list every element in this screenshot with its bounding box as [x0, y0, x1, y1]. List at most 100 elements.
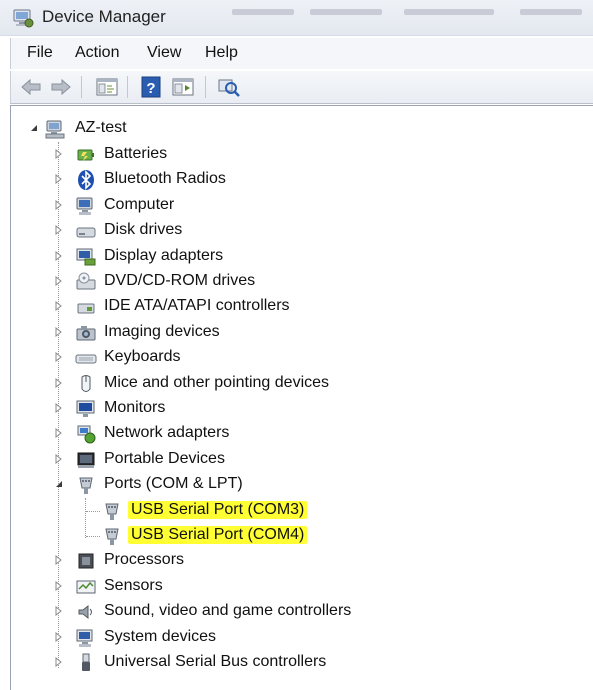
tree-category-node[interactable]: Display adapters [11, 245, 571, 269]
properties-icon[interactable] [171, 76, 195, 98]
tree-category-label: Imaging devices [104, 322, 220, 340]
title-bar-decoration [310, 9, 382, 15]
computer-icon [45, 120, 65, 139]
toolbar: ? [10, 71, 593, 104]
dvd-drive-icon [76, 272, 96, 290]
port-icon [105, 528, 119, 545]
tree-root-node[interactable]: AZ-test [11, 117, 311, 141]
title-bar[interactable]: Device Manager [0, 0, 593, 36]
expand-arrow-icon[interactable] [54, 174, 64, 185]
collapse-arrow-icon[interactable] [54, 479, 64, 489]
tree-category-node[interactable]: DVD/CD-ROM drives [11, 270, 571, 294]
tree-category-node[interactable]: Bluetooth Radios [11, 168, 571, 192]
expand-arrow-icon[interactable] [54, 453, 64, 464]
expand-arrow-icon[interactable] [54, 555, 64, 566]
tree-category-node[interactable]: Universal Serial Bus controllers [11, 651, 571, 675]
title-bar-decoration [232, 9, 294, 15]
tree-category-label: Portable Devices [104, 449, 225, 467]
tree-category-node[interactable]: Batteries [11, 143, 571, 167]
tree-category-node[interactable]: Computer [11, 194, 571, 218]
expand-arrow-icon[interactable] [54, 580, 64, 591]
tree-category-label: Ports (COM & LPT) [104, 475, 243, 493]
tree-category-label: Display adapters [104, 246, 224, 264]
expand-arrow-icon[interactable] [54, 276, 64, 286]
tree-device-label: USB Serial Port (COM3) [128, 500, 308, 519]
tree-category-node[interactable]: Portable Devices [11, 448, 571, 472]
tree-category-node[interactable]: Disk drives [11, 219, 571, 243]
tree-category-node[interactable]: System devices [11, 626, 571, 650]
toolbar-separator [205, 76, 206, 98]
tree-category-label: Disk drives [104, 221, 183, 239]
tree-category-label: Universal Serial Bus controllers [104, 653, 327, 670]
show-hide-console-tree-icon[interactable] [95, 76, 119, 98]
battery-icon [77, 149, 94, 161]
sensor-icon [76, 580, 96, 594]
tree-device-label: USB Serial Port (COM4) [128, 526, 308, 544]
scan-hardware-icon[interactable] [217, 76, 241, 98]
expand-arrow-icon[interactable] [54, 225, 64, 236]
tree-category-node[interactable]: Mice and other pointing devices [11, 372, 571, 396]
tree-category-label: Batteries [104, 145, 168, 162]
speaker-icon [78, 605, 92, 620]
tree-category-node[interactable]: Sensors [11, 575, 571, 599]
tree-category-label: System devices [104, 627, 217, 645]
tree-category-label: Computer [104, 195, 175, 213]
menu-file[interactable]: File [27, 44, 53, 62]
port-icon [79, 477, 93, 495]
menu-bar: File Action View Help [10, 38, 593, 69]
expand-arrow-icon[interactable] [54, 428, 64, 439]
collapse-arrow-icon[interactable] [29, 123, 39, 133]
tree-category-label: Network adapters [104, 424, 230, 442]
tree-category-label: Sound, video and game controllers [104, 602, 352, 620]
expand-arrow-icon[interactable] [54, 606, 64, 617]
mouse-icon [81, 374, 91, 392]
bluetooth-icon [78, 170, 94, 191]
expand-arrow-icon[interactable] [54, 403, 64, 413]
toolbar-separator [127, 76, 128, 98]
tree-device-node[interactable]: USB Serial Port (COM4) [11, 524, 571, 548]
portable-device-icon [77, 452, 95, 468]
tree-category-label: Bluetooth Radios [104, 170, 226, 188]
device-tree[interactable]: AZ-test Batteries Bluetooth Radios Compute… [10, 105, 593, 690]
back-arrow-icon[interactable] [19, 76, 43, 98]
title-bar-decoration [404, 9, 494, 15]
expand-arrow-icon[interactable] [54, 149, 64, 159]
tree-category-node[interactable]: Sound, video and game controllers [11, 600, 571, 624]
expand-arrow-icon[interactable] [54, 250, 64, 261]
tree-category-node[interactable]: Imaging devices [11, 321, 571, 345]
tree-root-label: AZ-test [75, 119, 127, 136]
expand-arrow-icon[interactable] [54, 377, 64, 388]
tree-category-node[interactable]: Processors [11, 549, 571, 573]
tree-category-node[interactable]: Keyboards [11, 346, 571, 370]
svg-text:?: ? [146, 80, 155, 97]
tree-category-label: IDE ATA/ATAPI controllers [104, 297, 290, 315]
tree-category-node[interactable]: IDE ATA/ATAPI controllers [11, 295, 571, 319]
expand-arrow-icon[interactable] [54, 352, 64, 363]
port-icon [105, 503, 119, 520]
tree-category-label: Sensors [104, 576, 163, 594]
expand-arrow-icon[interactable] [54, 326, 64, 337]
forward-arrow-icon[interactable] [49, 76, 73, 98]
tree-device-node[interactable]: USB Serial Port (COM3) [11, 499, 571, 523]
expand-arrow-icon[interactable] [54, 631, 64, 642]
expand-arrow-icon[interactable] [54, 199, 64, 210]
monitor-icon [76, 400, 95, 417]
tree-category-label: Monitors [104, 399, 166, 416]
menu-help[interactable]: Help [205, 44, 238, 62]
window-title: Device Manager [42, 7, 166, 26]
tree-category-label: Processors [104, 551, 185, 569]
tree-category-node[interactable]: Monitors [11, 397, 571, 421]
menu-action[interactable]: Action [75, 44, 119, 62]
usb-icon [82, 653, 90, 671]
camera-icon [76, 325, 96, 341]
toolbar-separator [81, 76, 82, 98]
expand-arrow-icon[interactable] [54, 301, 64, 312]
menu-view[interactable]: View [147, 44, 181, 62]
expand-arrow-icon[interactable] [54, 657, 64, 667]
device-manager-window: Device Manager File Action View Help ? A… [0, 0, 593, 690]
tree-category-node[interactable]: Network adapters [11, 422, 571, 446]
tree-category-node[interactable]: Ports (COM & LPT) [11, 473, 571, 497]
processor-icon [78, 553, 94, 569]
help-icon[interactable]: ? [139, 76, 163, 98]
tree-category-label: Keyboards [104, 348, 181, 366]
